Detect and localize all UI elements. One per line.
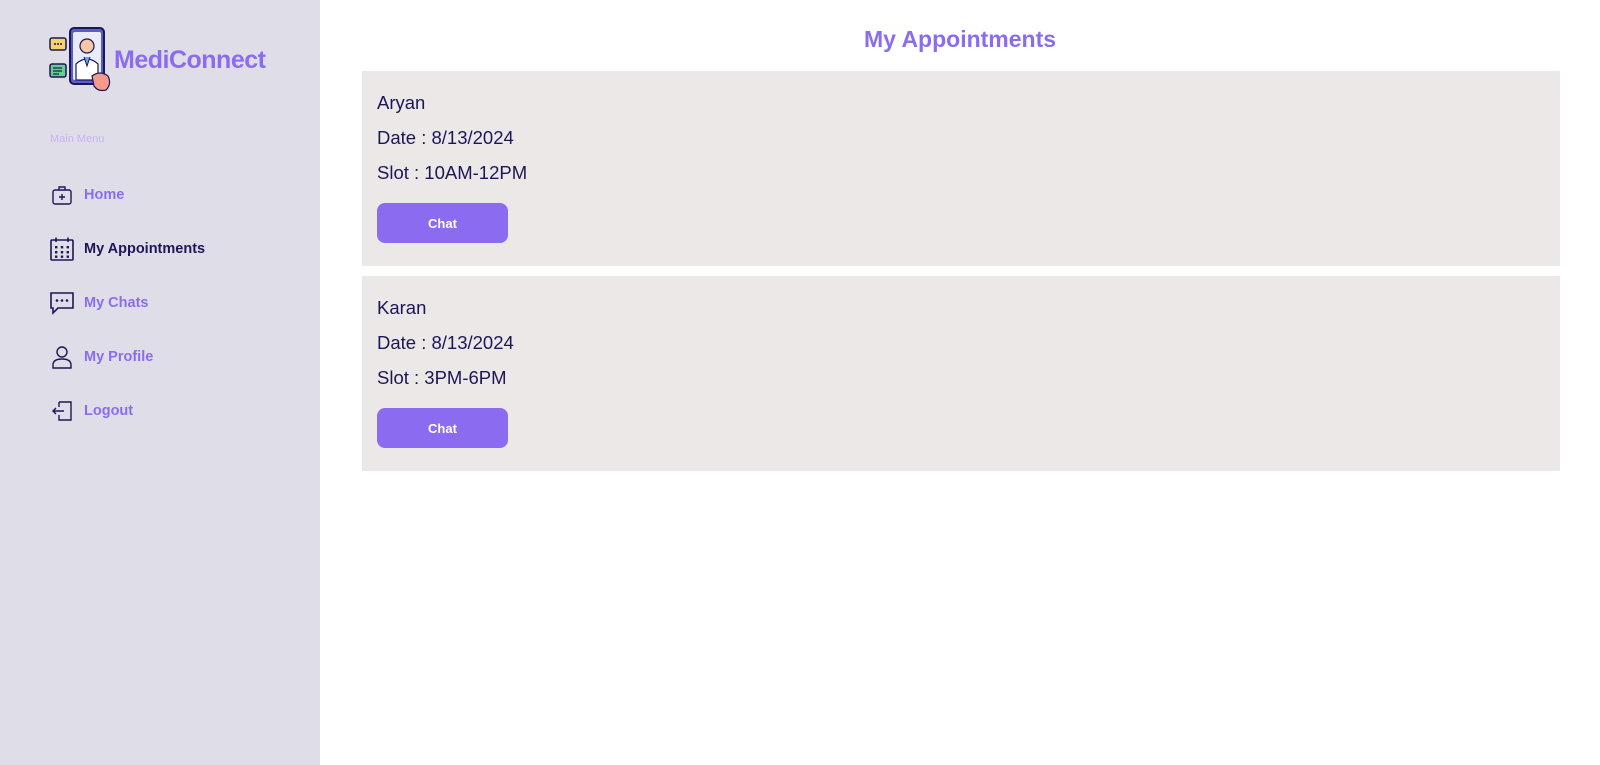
brand[interactable]: MediConnect bbox=[48, 26, 266, 94]
sidebar-item-my-appointments[interactable]: My Appointments bbox=[48, 222, 288, 276]
appointment-slot: Slot : 10AM-12PM bbox=[377, 162, 528, 183]
main-content: My Appointments Aryan Date : 8/13/2024 S… bbox=[320, 0, 1600, 765]
doctor-phone-logo-icon bbox=[49, 27, 111, 92]
sidebar-item-label: Logout bbox=[84, 403, 134, 419]
chat-bubble-icon bbox=[48, 289, 76, 317]
appointments-list: Aryan Date : 8/13/2024 Slot : 10AM-12PM … bbox=[362, 71, 1560, 481]
sidebar-item-home[interactable]: Home bbox=[48, 168, 288, 222]
appointment-date: Date : 8/13/2024 bbox=[377, 332, 514, 353]
page-title: My Appointments bbox=[863, 26, 1057, 52]
brand-name: MediConnect bbox=[114, 45, 266, 74]
patient-name: Karan bbox=[377, 297, 427, 318]
sidebar-item-label: My Appointments bbox=[84, 241, 206, 257]
sidebar-item-my-chats[interactable]: My Chats bbox=[48, 276, 288, 330]
sidebar-item-label: Home bbox=[84, 187, 125, 203]
user-icon bbox=[48, 343, 76, 371]
appointment-card: Aryan Date : 8/13/2024 Slot : 10AM-12PM … bbox=[362, 71, 1560, 266]
medical-bag-icon bbox=[48, 181, 76, 209]
main-menu-label: Main Menu bbox=[50, 133, 105, 145]
appointment-slot: Slot : 3PM-6PM bbox=[377, 367, 507, 388]
appointment-card: Karan Date : 8/13/2024 Slot : 3PM-6PM Ch… bbox=[362, 276, 1560, 471]
chat-button[interactable]: Chat bbox=[377, 203, 508, 243]
sidebar-nav: Home My Appointments My Chats My Profile… bbox=[48, 168, 288, 438]
chat-button[interactable]: Chat bbox=[377, 408, 508, 448]
patient-name: Aryan bbox=[377, 92, 426, 113]
sidebar-item-logout[interactable]: Logout bbox=[48, 384, 288, 438]
sidebar-item-my-profile[interactable]: My Profile bbox=[48, 330, 288, 384]
calendar-icon bbox=[48, 235, 76, 263]
sidebar: MediConnect Main Menu Home My Appointmen… bbox=[0, 0, 320, 765]
sidebar-item-label: My Profile bbox=[84, 349, 154, 365]
appointment-date: Date : 8/13/2024 bbox=[377, 127, 514, 148]
sidebar-item-label: My Chats bbox=[84, 295, 149, 311]
logout-icon bbox=[48, 397, 76, 425]
